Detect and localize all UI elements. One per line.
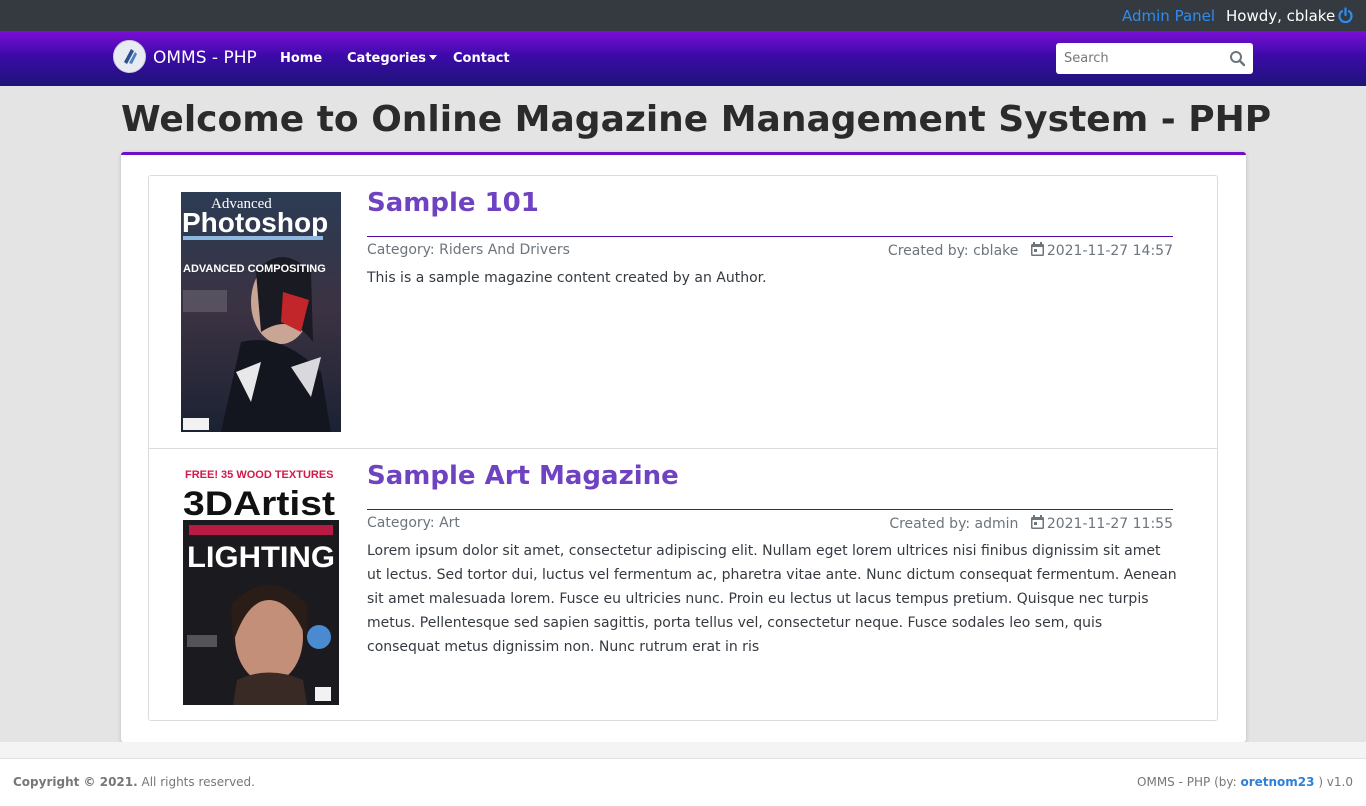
footer <box>0 742 1366 806</box>
magazine-title-link[interactable]: Sample 101 <box>367 188 539 218</box>
magazine-author: Created by: cblake <box>887 243 1019 259</box>
magazine-category: Category: Riders And Drivers <box>367 242 570 258</box>
copyright-rest: All rights reserved. <box>137 775 256 789</box>
magazine-card: Advanced Photoshop ADVANCED COMPOSITING … <box>121 152 1246 742</box>
main-navbar: OMMS - PHP Home Categories Contact <box>0 31 1366 86</box>
nav-contact[interactable]: Contact <box>453 51 510 66</box>
cover-title: Photoshop <box>182 207 328 238</box>
credit-text: OMMS - PHP (by: oretnom23 ) v1.0 <box>1137 775 1353 789</box>
footer-divider <box>0 758 1366 759</box>
copyright-year: Copyright © 2021. <box>13 775 138 789</box>
search-icon[interactable] <box>1229 50 1246 67</box>
magazine-date: 2021-11-27 11:55 <box>1046 516 1173 532</box>
magazine-date: 2021-11-27 14:57 <box>1046 243 1173 259</box>
title-divider <box>367 509 1173 510</box>
user-greeting: Howdy, cblake <box>1226 7 1336 25</box>
top-bar: Admin Panel Howdy, cblake <box>0 0 1366 31</box>
nav-categories[interactable]: Categories <box>347 51 438 66</box>
magazine-description: This is a sample magazine content create… <box>367 270 767 286</box>
magazine-list: Advanced Photoshop ADVANCED COMPOSITING … <box>148 175 1218 721</box>
author-link[interactable]: oretnom23 <box>1240 775 1314 789</box>
title-divider <box>367 236 1173 237</box>
power-icon[interactable] <box>1337 7 1354 24</box>
nav-categories-label: Categories <box>347 51 427 66</box>
magazine-meta: Created by: admin 2021-11-27 11:55 <box>889 515 1173 532</box>
magazine-category: Category: Art <box>367 515 460 531</box>
magazine-title-link[interactable]: Sample Art Magazine <box>367 461 679 491</box>
credit-prefix: OMMS - PHP (by: <box>1137 775 1241 789</box>
cover-banner: FREE! 35 WOOD TEXTURES <box>185 469 334 481</box>
magazine-description: Lorem ipsum dolor sit amet, consectetur … <box>367 543 1177 655</box>
admin-panel-link[interactable]: Admin Panel <box>1122 7 1215 25</box>
calendar-icon <box>1030 515 1044 529</box>
credit-suffix: ) v1.0 <box>1314 775 1353 789</box>
brand-logo[interactable] <box>113 40 146 73</box>
cover-tagline: LIGHTING <box>187 541 335 574</box>
magazine-author: Created by: admin <box>889 516 1019 532</box>
caret-down-icon <box>429 55 438 60</box>
search-input[interactable] <box>1056 43 1221 74</box>
copyright-text: Copyright © 2021. All rights reserved. <box>13 775 255 789</box>
brand-name[interactable]: OMMS - PHP <box>153 48 257 68</box>
list-item: Advanced Photoshop ADVANCED COMPOSITING … <box>149 176 1217 449</box>
search-form <box>1056 43 1253 74</box>
calendar-icon <box>1030 242 1044 256</box>
list-item: FREE! 35 WOOD TEXTURES 3DArtist LIGHTING… <box>149 449 1217 722</box>
nav-home[interactable]: Home <box>280 51 322 66</box>
cover-tagline: ADVANCED COMPOSITING <box>183 263 326 275</box>
cover-masthead: 3DArtist <box>183 485 335 523</box>
magazine-meta: Created by: cblake 2021-11-27 14:57 <box>888 242 1173 259</box>
magazine-cover-image[interactable]: Advanced Photoshop ADVANCED COMPOSITING <box>181 192 341 432</box>
magazine-cover-image[interactable]: FREE! 35 WOOD TEXTURES 3DArtist LIGHTING <box>181 465 341 705</box>
page-title: Welcome to Online Magazine Management Sy… <box>121 99 1272 140</box>
